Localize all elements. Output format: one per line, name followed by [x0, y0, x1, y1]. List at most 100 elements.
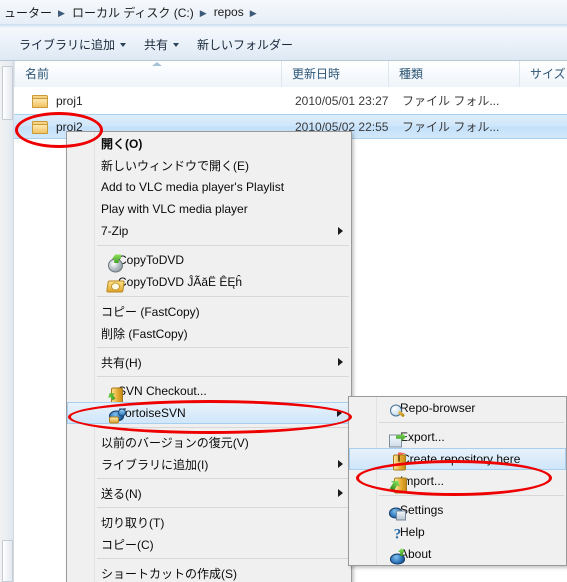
menu-separator: [379, 495, 564, 496]
menu-separator: [97, 296, 349, 297]
menu-separator: [97, 347, 349, 348]
scrollbar-thumb-lower[interactable]: [2, 540, 13, 582]
folder-icon: [32, 121, 48, 134]
menu-item[interactable]: 以前のバージョンの復元(V): [67, 431, 351, 453]
tortoise-icon: [108, 406, 126, 423]
breadcrumb-separator-icon[interactable]: ▶: [56, 8, 68, 19]
menu-item[interactable]: SVN Checkout...: [67, 380, 351, 403]
breadcrumb-separator-icon[interactable]: ▶: [248, 8, 260, 19]
chevron-down-icon[interactable]: [173, 43, 180, 47]
menu-item[interactable]: 共有(H): [67, 351, 351, 373]
green-disc-icon: [107, 254, 124, 272]
breadcrumb-item[interactable]: ローカル ディスク (C:): [68, 4, 198, 21]
menu-item[interactable]: 新しいウィンドウで開く(E): [67, 154, 351, 176]
menu-item-label: 7-Zip: [101, 224, 129, 238]
about-icon: [389, 548, 406, 565]
menu-item[interactable]: 開く(O): [67, 132, 351, 154]
menu-item-label: CopyToDVD ĴÃăË ÊĘĥ: [118, 275, 243, 289]
menu-separator: [97, 427, 349, 428]
gear-icon: [389, 504, 406, 521]
menu-item[interactable]: 削除 (FastCopy): [67, 322, 351, 344]
export-icon: [389, 431, 406, 448]
tortoisesvn-submenu[interactable]: Repo-browser Export... Create repository h…: [348, 396, 567, 566]
breadcrumb[interactable]: ューター ▶ ローカル ディスク (C:) ▶ repos ▶: [0, 2, 260, 22]
menu-item-label: ライブラリに追加(I): [101, 457, 209, 472]
menu-item-label: 以前のバージョンの復元(V): [101, 435, 249, 450]
breadcrumb-item[interactable]: ューター: [0, 4, 56, 21]
menu-item[interactable]: 送る(N): [67, 482, 351, 504]
menu-item[interactable]: ショートカットの作成(S): [67, 562, 351, 582]
help-icon: ?: [393, 526, 402, 542]
menu-item-label: コピー (FastCopy): [101, 304, 200, 319]
toolbar-button-label: ライブラリに追加: [19, 37, 116, 52]
menu-separator: [97, 507, 349, 508]
menu-separator: [97, 558, 349, 559]
submenu-arrow-icon[interactable]: [338, 358, 343, 366]
menu-separator: [97, 376, 349, 377]
navigation-pane-edge: [0, 61, 14, 582]
table-row[interactable]: proj1 2010/05/01 23:27 ファイル フォル...: [14, 89, 567, 114]
import-icon: [389, 475, 407, 493]
breadcrumb-item[interactable]: repos: [210, 5, 248, 19]
menu-item[interactable]: Repo-browser: [349, 397, 566, 419]
toolbar-button[interactable]: ライブラリに追加: [10, 33, 135, 55]
folder-icon: [32, 95, 48, 108]
menu-item[interactable]: ? Help: [349, 521, 566, 543]
column-header[interactable]: 種類: [388, 61, 519, 87]
menu-separator: [97, 245, 349, 246]
file-type-cell: ファイル フォル...: [402, 120, 500, 134]
submenu-arrow-icon[interactable]: [338, 489, 343, 497]
menu-item-label: Settings: [400, 503, 444, 517]
command-toolbar: ライブラリに追加 共有 新しいフォルダー: [0, 28, 567, 61]
chevron-down-icon[interactable]: [120, 43, 127, 47]
toolbar-button-label: 共有: [144, 37, 169, 52]
file-name-cell[interactable]: proj1: [32, 89, 83, 114]
file-type-cell: ファイル フォル...: [402, 94, 500, 108]
scrollbar-thumb[interactable]: [2, 66, 13, 120]
menu-item[interactable]: Settings: [349, 499, 566, 521]
menu-item[interactable]: CopyToDVD ĴÃăË ÊĘĥ: [67, 271, 351, 293]
menu-item[interactable]: About: [349, 543, 566, 565]
menu-item[interactable]: Create repository here: [349, 448, 566, 470]
menu-item[interactable]: TortoiseSVN: [67, 402, 351, 424]
menu-item-label: コピー(C): [101, 537, 154, 552]
menu-item-label: Repo-browser: [400, 401, 476, 415]
column-header-row[interactable]: 名前 更新日時 種類 サイズ: [0, 61, 567, 88]
menu-separator: [379, 422, 564, 423]
breadcrumb-separator-icon[interactable]: ▶: [198, 8, 210, 19]
yellow-disc-icon: [107, 276, 124, 293]
toolbar-button[interactable]: 共有: [135, 33, 188, 55]
menu-item[interactable]: 切り取り(T): [67, 511, 351, 533]
submenu-arrow-icon[interactable]: [338, 460, 343, 468]
menu-item-label: TortoiseSVN: [119, 406, 186, 420]
toolbar-button-label: 新しいフォルダー: [197, 37, 294, 52]
column-header[interactable]: 更新日時: [281, 61, 388, 87]
magnify-icon: [389, 402, 406, 419]
menu-item[interactable]: Export...: [349, 426, 566, 448]
menu-item-label: SVN Checkout...: [118, 384, 207, 398]
address-bar[interactable]: ューター ▶ ローカル ディスク (C:) ▶ repos ▶: [0, 0, 567, 25]
menu-item-label: 切り取り(T): [101, 515, 165, 530]
submenu-arrow-icon[interactable]: [337, 409, 342, 417]
toolbar-button[interactable]: 新しいフォルダー: [188, 33, 302, 55]
explorer-window: ューター ▶ ローカル ディスク (C:) ▶ repos ▶ ライブラリに追加 共有 新しい…: [0, 0, 567, 582]
file-date-cell: 2010/05/01 23:27: [295, 94, 389, 108]
menu-item-label: 新しいウィンドウで開く(E): [101, 158, 249, 173]
menu-item[interactable]: CopyToDVD: [67, 249, 351, 272]
submenu-arrow-icon[interactable]: [338, 227, 343, 235]
menu-item[interactable]: Import...: [349, 470, 566, 493]
column-header[interactable]: サイズ: [519, 61, 567, 87]
menu-item[interactable]: ライブラリに追加(I): [67, 453, 351, 475]
menu-item-label: Create repository here: [401, 452, 521, 466]
menu-item-label: ショートカットの作成(S): [101, 566, 237, 581]
menu-item[interactable]: Add to VLC media player's Playlist: [67, 176, 351, 198]
menu-item[interactable]: コピー(C): [67, 533, 351, 555]
repo-icon: [390, 452, 407, 470]
menu-item[interactable]: 7-Zip: [67, 220, 351, 242]
context-menu[interactable]: 開く(O) 新しいウィンドウで開く(E) Add to VLC media play…: [66, 131, 352, 582]
menu-item-label: Play with VLC media player: [101, 202, 248, 216]
menu-item[interactable]: Play with VLC media player: [67, 198, 351, 220]
menu-item[interactable]: コピー (FastCopy): [67, 300, 351, 322]
column-header[interactable]: 名前: [14, 61, 281, 87]
menu-item-label: 共有(H): [101, 355, 142, 370]
